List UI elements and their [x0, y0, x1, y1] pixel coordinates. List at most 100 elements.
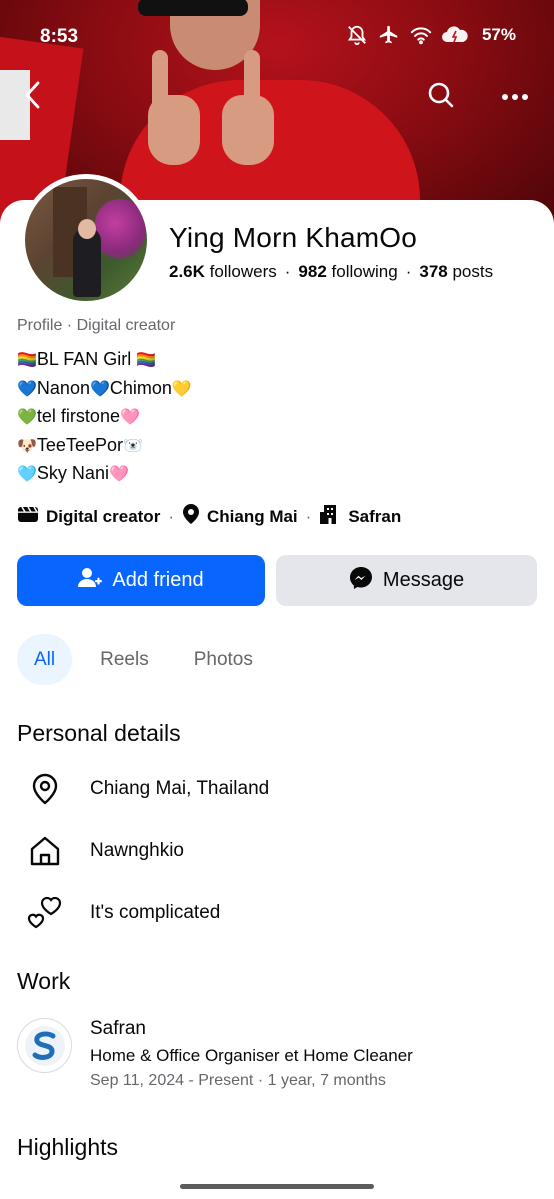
profile-avatar[interactable]: [20, 174, 152, 306]
chip-category[interactable]: Digital creator: [17, 504, 160, 529]
wifi-icon: [410, 24, 432, 46]
personal-details-title: Personal details: [17, 720, 181, 746]
status-icons: 57%: [346, 24, 516, 46]
avatar-photo-detail: [78, 219, 96, 239]
message-button[interactable]: Message: [276, 555, 537, 606]
chip-workplace-label: Safran: [348, 506, 402, 526]
bio-text: TeeTeePor: [36, 434, 123, 455]
work-duration: 1 year, 7 months: [267, 1072, 386, 1089]
meta-profile-label: Profile: [17, 317, 63, 334]
hearts-icon: [24, 895, 66, 931]
add-friend-icon: [78, 567, 103, 595]
work-company: Safran: [90, 1018, 146, 1039]
bio-text: Chimon: [109, 377, 172, 398]
work-entry[interactable]: Safran Home & Office Organiser et Home C…: [17, 1018, 413, 1090]
work-info: Safran Home & Office Organiser et Home C…: [90, 1018, 413, 1090]
bio-line: 🐶TeeTeePor🐻‍❄️: [17, 432, 192, 461]
separator-dot: ·: [405, 262, 412, 281]
detail-hometown-text: Nawnghkio: [90, 840, 184, 861]
location-pin-icon: [182, 503, 200, 530]
meta-category: Digital creator: [76, 317, 176, 334]
more-options-icon: [501, 88, 529, 106]
detail-location-text: Chiang Mai, Thailand: [90, 778, 270, 799]
separator-dot: ·: [168, 506, 174, 526]
pride-flag-emoji: 🏳️‍🌈: [136, 352, 157, 369]
bio-line: 🩵Sky Nani🩷: [17, 460, 192, 489]
search-icon: [427, 81, 455, 114]
profile-name: Ying Morn KhamOo: [169, 222, 418, 253]
back-arrow-icon: [22, 80, 44, 115]
detail-relationship-row[interactable]: It's complicated: [24, 895, 220, 931]
back-button[interactable]: [16, 80, 50, 114]
bio-line: 💙Nanon💙Chimon💛: [17, 375, 192, 404]
mute-icon: [346, 24, 368, 46]
more-options-button[interactable]: [498, 80, 532, 114]
profile-tabs: All Reels Photos: [17, 634, 270, 685]
posts-label: posts: [452, 262, 494, 281]
location-pin-icon: [24, 771, 66, 807]
bio-text: Sky Nani: [36, 463, 109, 483]
home-indicator[interactable]: [180, 1184, 374, 1189]
chip-workplace[interactable]: Safran: [319, 503, 401, 530]
tab-photos[interactable]: Photos: [177, 634, 270, 685]
tab-reels[interactable]: Reels: [83, 634, 166, 685]
posts-link[interactable]: 378 posts: [419, 262, 493, 281]
profile-chips: Digital creator · Chiang Mai · Safran: [17, 503, 401, 530]
separator-dot: ·: [305, 506, 312, 526]
clapperboard-icon: [17, 504, 39, 529]
light-blue-heart-emoji: 🩵: [17, 466, 37, 483]
avatar-photo: [25, 179, 147, 301]
followers-link[interactable]: 2.6K followers: [169, 262, 277, 281]
bio-line: 🏳️‍🌈BL FAN Girl 🏳️‍🌈: [17, 346, 192, 375]
tab-all[interactable]: All: [17, 634, 73, 685]
following-label: following: [331, 262, 398, 281]
chip-category-label: Digital creator: [46, 506, 161, 526]
followers-label: followers: [209, 262, 277, 281]
status-bar: 8:53 57%: [0, 0, 554, 70]
message-label: Message: [382, 569, 465, 591]
profile-stats: 2.6K followers · 982 following · 378 posts: [169, 262, 493, 282]
home-icon: [24, 833, 66, 869]
bio-text: tel firstone: [36, 406, 120, 426]
messenger-icon: [349, 566, 373, 596]
following-link[interactable]: 982 following: [298, 262, 397, 281]
battery-percent: 57%: [481, 25, 516, 44]
add-friend-label: Add friend: [112, 569, 204, 591]
safran-logo: [17, 1018, 72, 1073]
green-heart-emoji: 💚: [17, 409, 37, 426]
polar-bear-emoji: 🐻‍❄️: [122, 437, 143, 455]
detail-relationship-text: It's complicated: [90, 902, 221, 923]
posts-count: 378: [419, 262, 448, 281]
cover-photo-detail: [222, 95, 274, 165]
battery-icon: [441, 24, 472, 46]
following-count: 982: [298, 262, 327, 281]
yellow-heart-emoji: 💛: [171, 380, 192, 398]
blue-heart-emoji: 💙: [89, 380, 110, 398]
profile-bio: 🏳️‍🌈BL FAN Girl 🏳️‍🌈 💙Nanon💙Chimon💛 💚tel…: [17, 346, 192, 489]
detail-hometown-row[interactable]: Nawnghkio: [24, 833, 184, 869]
work-title: Work: [17, 968, 71, 994]
work-date-range: Sep 11, 2024 - Present: [90, 1072, 254, 1089]
avatar-photo-detail: [95, 199, 145, 259]
bio-text: Nanon: [36, 377, 90, 398]
add-friend-button[interactable]: Add friend: [17, 555, 265, 606]
chip-location-label: Chiang Mai: [206, 506, 298, 526]
pink-heart-emoji: 🩷: [108, 466, 129, 483]
cover-photo-detail: [148, 95, 200, 165]
highlights-title: Highlights: [17, 1134, 118, 1160]
building-icon: [319, 503, 341, 530]
pink-heart-emoji: 🩷: [119, 409, 140, 426]
dog-emoji: 🐶: [17, 437, 37, 455]
bio-line: 💚tel firstone🩷: [17, 403, 192, 432]
profile-meta: Profile · Digital creator: [17, 317, 176, 334]
search-button[interactable]: [424, 80, 458, 114]
work-position: Home & Office Organiser et Home Cleaner: [90, 1046, 413, 1065]
work-dates: Sep 11, 2024 - Present · 1 year, 7 month…: [90, 1072, 386, 1089]
chip-location[interactable]: Chiang Mai: [182, 503, 298, 530]
pride-flag-emoji: 🏳️‍🌈: [17, 352, 37, 369]
detail-location-row[interactable]: Chiang Mai, Thailand: [24, 771, 269, 807]
separator-dot: ·: [284, 262, 291, 281]
blue-heart-emoji: 💙: [17, 380, 37, 398]
status-time: 8:53: [40, 26, 79, 47]
bio-text: BL FAN Girl: [36, 349, 137, 369]
